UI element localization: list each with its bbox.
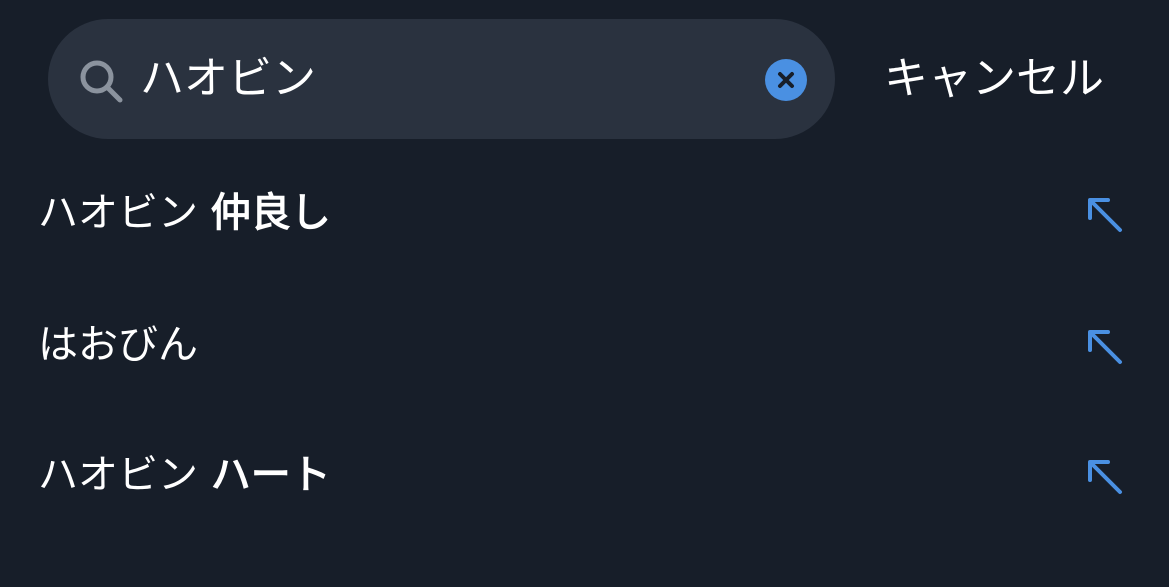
cancel-button[interactable]: キャンセル <box>884 44 1104 114</box>
suggestion-text: ハオビン ハート <box>38 420 331 530</box>
suggestion-item[interactable]: ハオビン ハート <box>0 420 1169 530</box>
search-input[interactable] <box>140 44 740 114</box>
arrow-up-left-icon[interactable] <box>1084 194 1124 234</box>
arrow-up-left-icon[interactable] <box>1084 456 1124 496</box>
suggestion-text: ハオビン 仲良し <box>38 158 331 268</box>
suggestion-item[interactable]: はおびん <box>0 290 1169 400</box>
clear-search-button[interactable] <box>765 59 807 101</box>
close-circle-icon <box>778 72 794 88</box>
suggestion-item[interactable]: ハオビン 仲良し <box>0 158 1169 268</box>
suggestion-query: ハオビン <box>38 452 198 498</box>
suggestion-query: はおびん <box>38 322 198 368</box>
arrow-up-left-icon[interactable] <box>1084 326 1124 366</box>
search-icon <box>80 60 123 103</box>
suggestion-text: はおびん <box>38 290 198 400</box>
suggestion-completion: 仲良し <box>210 190 331 236</box>
suggestion-completion: ハート <box>210 452 331 498</box>
suggestion-query: ハオビン <box>38 190 198 236</box>
